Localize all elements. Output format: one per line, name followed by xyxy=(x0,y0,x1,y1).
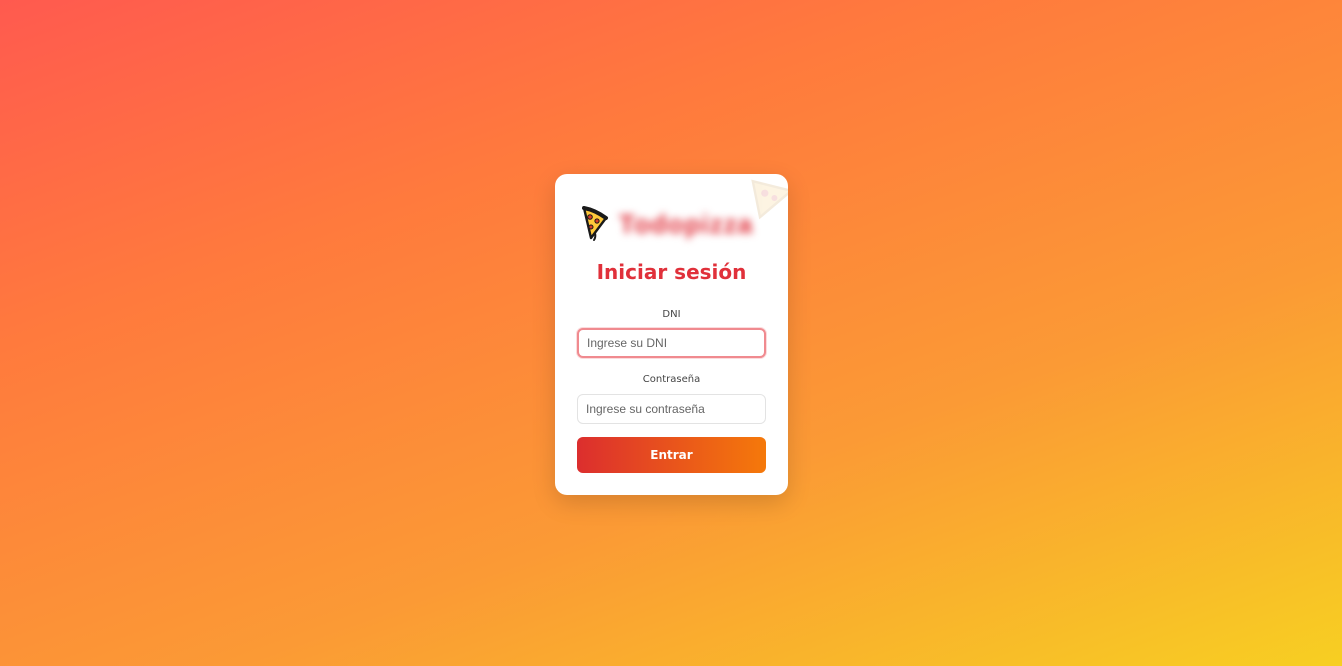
login-card: Todopizza Iniciar sesión DNI Contraseña … xyxy=(555,174,788,495)
password-label: Contraseña xyxy=(642,374,701,385)
brand-name: Todopizza xyxy=(619,208,754,239)
dni-label: DNI xyxy=(662,309,681,320)
password-input[interactable] xyxy=(577,394,766,424)
dni-input[interactable] xyxy=(577,328,766,358)
page-title: Iniciar sesión xyxy=(596,260,747,284)
brand-logo: Todopizza xyxy=(581,204,771,244)
submit-button[interactable]: Entrar xyxy=(577,437,766,473)
pizza-slice-icon xyxy=(582,206,608,241)
